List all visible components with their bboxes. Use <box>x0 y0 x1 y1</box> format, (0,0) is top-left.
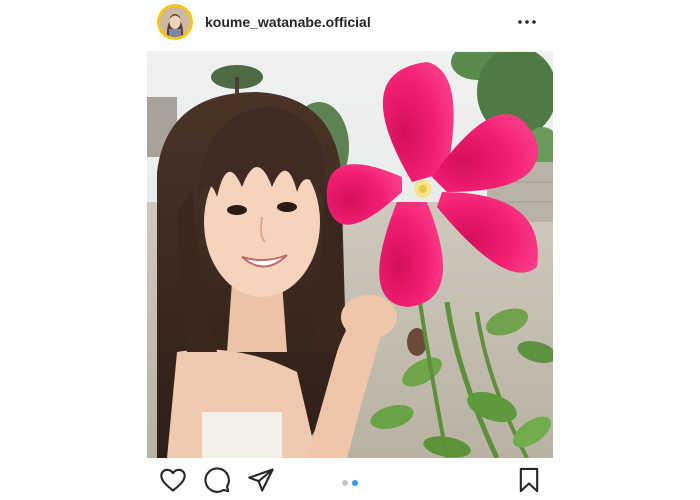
carousel-dot[interactable] <box>342 480 348 486</box>
post-header: koume_watanabe.official <box>147 0 553 50</box>
avatar-ring[interactable] <box>157 4 193 40</box>
photo-illustration <box>147 52 553 458</box>
paper-plane-icon[interactable] <box>247 466 277 496</box>
post-photo[interactable] <box>147 52 553 458</box>
avatar-image <box>160 7 190 37</box>
comment-bubble-icon[interactable] <box>203 466 233 496</box>
more-horizontal-icon[interactable] <box>515 10 539 34</box>
avatar[interactable] <box>160 7 190 37</box>
username[interactable]: koume_watanabe.official <box>205 14 371 30</box>
heart-icon[interactable] <box>159 466 189 496</box>
carousel-dot-active[interactable] <box>352 480 358 486</box>
instagram-post: koume_watanabe.official <box>147 0 553 500</box>
post-actions <box>147 466 553 500</box>
bookmark-icon[interactable] <box>515 466 545 496</box>
